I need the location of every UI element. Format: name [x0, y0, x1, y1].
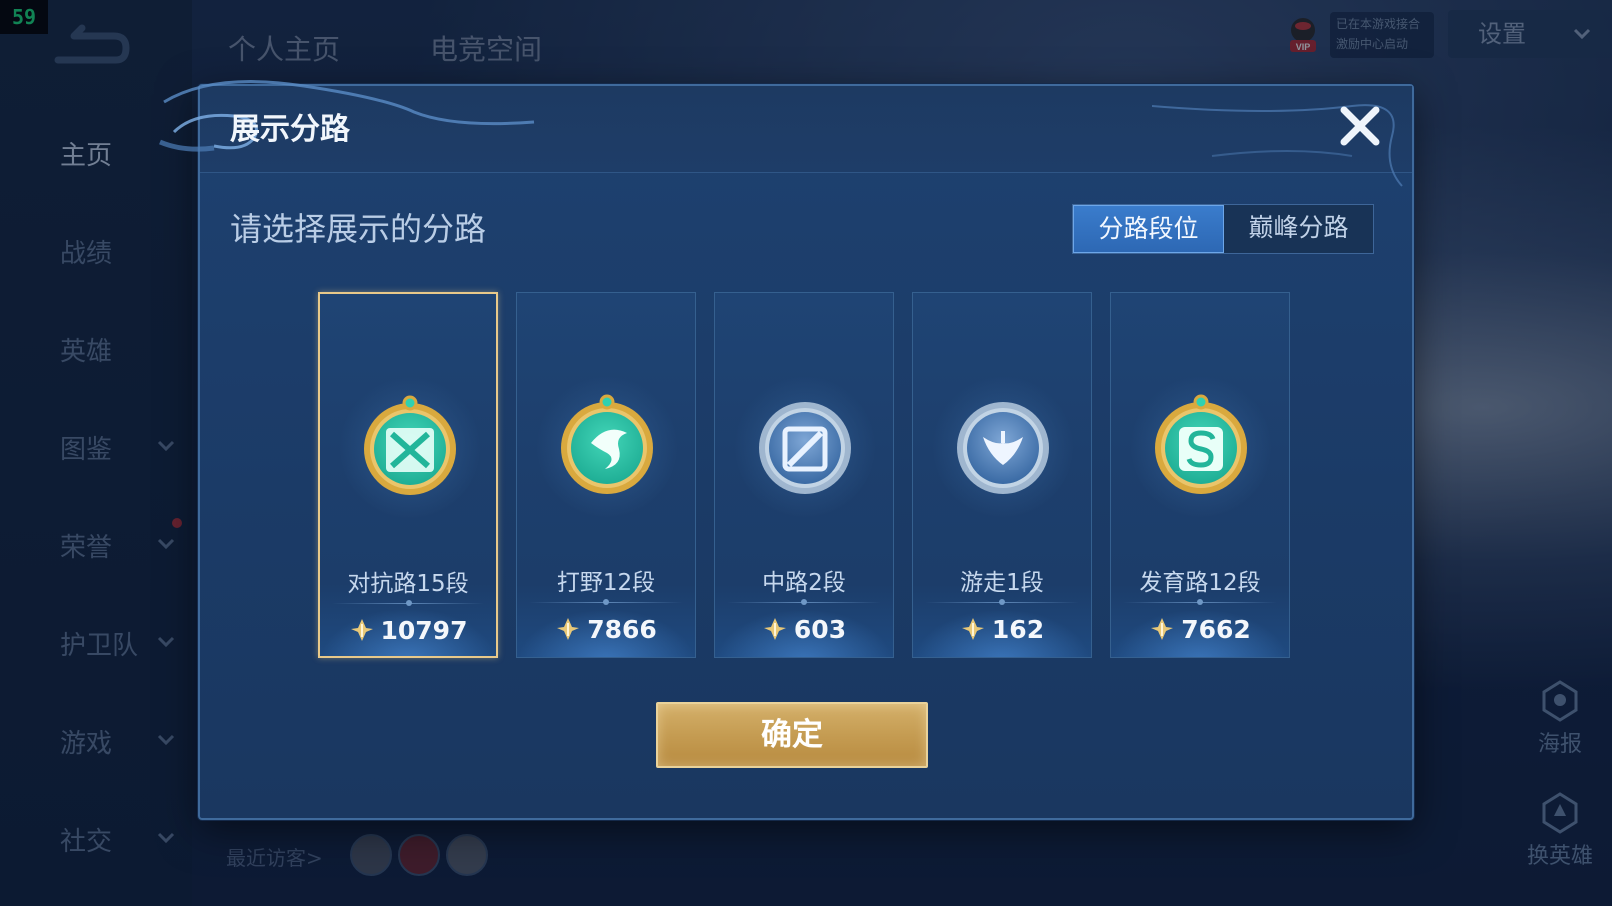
lane-score: 10797 [320, 616, 496, 645]
divider-dot [999, 599, 1005, 605]
lane-score-value: 162 [991, 615, 1045, 644]
lane-score-value: 603 [793, 615, 847, 644]
combat-points-icon [763, 618, 786, 640]
lane-card[interactable]: 中路2段 603 [714, 292, 894, 658]
divider-dot [603, 599, 609, 605]
confirm-button[interactable]: 确定 [656, 702, 928, 768]
clash-lane-emblem-icon [364, 395, 456, 495]
combat-points-icon [1151, 618, 1174, 640]
lane-score-value: 7866 [587, 615, 657, 644]
lane-name: 发育路12段 [1139, 570, 1261, 596]
lane-type-toggle: 分路段位 巅峰分路 [1072, 204, 1374, 254]
lane-name: 打野12段 [556, 570, 656, 596]
divider-dot [406, 600, 412, 606]
lane-name: 中路2段 [762, 570, 846, 596]
lane-card[interactable]: 发育路12段 7662 [1110, 292, 1290, 658]
lane-card[interactable]: 游走1段 162 [912, 292, 1092, 658]
lane-score: 603 [715, 615, 893, 644]
combat-points-icon [557, 618, 580, 640]
farm-lane-emblem-icon [1155, 394, 1247, 494]
cloud-ornament-icon [159, 80, 535, 152]
tab-lane-rank[interactable]: 分路段位 [1073, 205, 1224, 253]
dialog-prompt: 请选择展示的分路 [230, 210, 487, 248]
lane-score-value: 7662 [1181, 615, 1251, 644]
lane-score-value: 10797 [380, 616, 468, 645]
roam-wings-emblem-icon [957, 402, 1049, 494]
lane-card[interactable]: 对抗路15段 10797 [318, 292, 498, 658]
lane-display-dialog: 展示分路 请选择展示的分路 分路段位 巅峰分路 对抗路15段 10797 打野12段… [159, 80, 1414, 820]
divider-dot [801, 599, 807, 605]
lane-score: 7866 [517, 615, 695, 644]
close-icon[interactable] [1336, 102, 1384, 150]
divider-dot [1197, 599, 1203, 605]
combat-points-icon [350, 619, 373, 641]
lane-score: 7662 [1111, 615, 1289, 644]
tab-peak-lane[interactable]: 巅峰分路 [1224, 205, 1373, 253]
jungle-dragon-emblem-icon [561, 394, 653, 494]
combat-points-icon [961, 618, 984, 640]
lane-name: 游走1段 [960, 570, 1044, 596]
mid-lane-emblem-icon [759, 402, 851, 494]
lane-name: 对抗路15段 [347, 571, 469, 597]
lane-score: 162 [913, 615, 1091, 644]
lane-card[interactable]: 打野12段 7866 [516, 292, 696, 658]
dialog-header: 展示分路 [159, 80, 1412, 187]
dialog-title: 展示分路 [230, 112, 350, 147]
